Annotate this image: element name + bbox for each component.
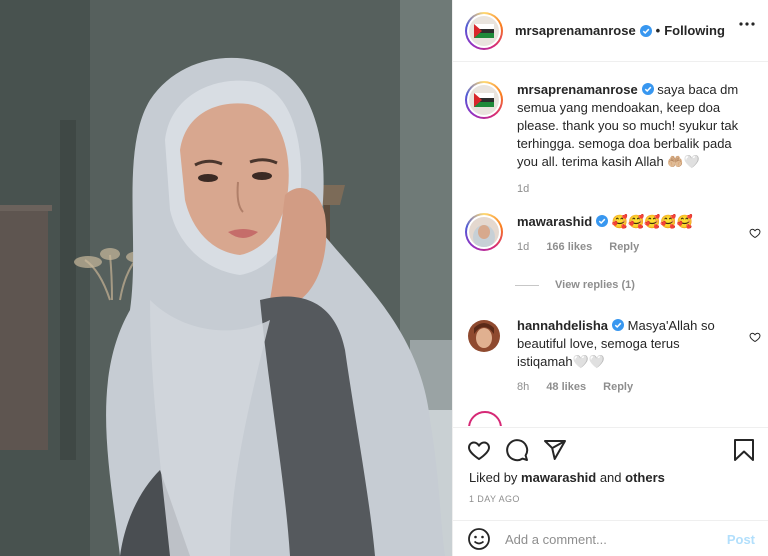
- comment-text: hannahdelisha Masya'Allah so beautiful l…: [517, 317, 727, 371]
- instagram-post: mrsaprenamanrose • Following mrsaprenama…: [0, 0, 768, 556]
- post-header: mrsaprenamanrose • Following: [453, 0, 768, 62]
- caption: mrsaprenamanrose saya baca dm semua yang…: [465, 81, 755, 195]
- caption-avatar[interactable]: [465, 81, 503, 119]
- comment-item: mawarashid 🥰🥰🥰🥰🥰 1d 166 likes Reply: [465, 213, 761, 253]
- comment-avatar-partial: [468, 411, 502, 426]
- liked-by-conj: and: [599, 470, 622, 485]
- post-side-panel: mrsaprenamanrose • Following mrsaprenama…: [452, 0, 768, 556]
- add-comment-bar: Post: [453, 520, 768, 556]
- verified-badge-icon: [639, 24, 652, 37]
- replies-divider: [515, 284, 539, 286]
- comment-likes[interactable]: 166 likes: [546, 241, 592, 253]
- caption-text: mrsaprenamanrose saya baca dm semua yang…: [517, 81, 747, 171]
- comment-icon[interactable]: [505, 438, 529, 462]
- liked-by-others[interactable]: others: [625, 470, 665, 485]
- verified-badge-icon: [641, 83, 654, 95]
- verified-badge-icon: [596, 215, 609, 227]
- smiley-icon[interactable]: [467, 527, 491, 551]
- comment-meta: 8h 48 likes Reply: [517, 381, 727, 393]
- comments-section[interactable]: mrsaprenamanrose saya baca dm semua yang…: [453, 63, 768, 426]
- heart-icon[interactable]: [467, 438, 491, 462]
- author-username[interactable]: mrsaprenamanrose: [515, 23, 636, 38]
- header-separator: •: [655, 23, 661, 38]
- comment-text: mawarashid 🥰🥰🥰🥰🥰: [517, 213, 727, 231]
- bookmark-icon[interactable]: [733, 438, 755, 462]
- comment-time: 8h: [517, 381, 530, 393]
- post-photo[interactable]: [0, 0, 452, 556]
- paper-plane-icon[interactable]: [543, 438, 567, 462]
- author-avatar[interactable]: [465, 11, 503, 50]
- comment-time: 1d: [517, 241, 530, 253]
- comment-meta: 1d 166 likes Reply: [517, 241, 727, 253]
- add-comment-input[interactable]: [505, 531, 705, 547]
- comment-likes[interactable]: 48 likes: [546, 381, 586, 393]
- liked-by-prefix: Liked by: [469, 470, 518, 485]
- caption-time: 1d: [517, 183, 530, 195]
- selfie-image: [0, 0, 452, 556]
- liked-by: Liked by mawarashid and others: [469, 470, 665, 485]
- heart-icon[interactable]: [749, 227, 761, 239]
- comment-username[interactable]: mawarashid: [517, 214, 592, 229]
- post-timestamp: 1 DAY AGO: [469, 494, 520, 504]
- comment-avatar[interactable]: [465, 317, 503, 355]
- comment-item: hannahdelisha Masya'Allah so beautiful l…: [465, 317, 761, 393]
- heart-icon[interactable]: [749, 331, 761, 343]
- verified-badge-icon: [612, 319, 625, 331]
- view-replies-button[interactable]: View replies (1): [515, 279, 635, 291]
- more-horizontal-icon[interactable]: [739, 22, 755, 26]
- caption-meta: 1d: [517, 183, 747, 195]
- view-replies-label: View replies (1): [555, 279, 635, 291]
- reply-button[interactable]: Reply: [603, 381, 633, 393]
- comment-avatar[interactable]: [465, 213, 503, 251]
- post-comment-button[interactable]: Post: [727, 532, 755, 547]
- liked-by-user[interactable]: mawarashid: [521, 470, 596, 485]
- post-actions: Liked by mawarashid and others 1 DAY AGO…: [453, 427, 768, 556]
- following-button[interactable]: Following: [664, 23, 725, 38]
- comment-username[interactable]: hannahdelisha: [517, 318, 608, 333]
- comment-body: 🥰🥰🥰🥰🥰: [611, 214, 693, 229]
- caption-username[interactable]: mrsaprenamanrose: [517, 82, 638, 97]
- reply-button[interactable]: Reply: [609, 241, 639, 253]
